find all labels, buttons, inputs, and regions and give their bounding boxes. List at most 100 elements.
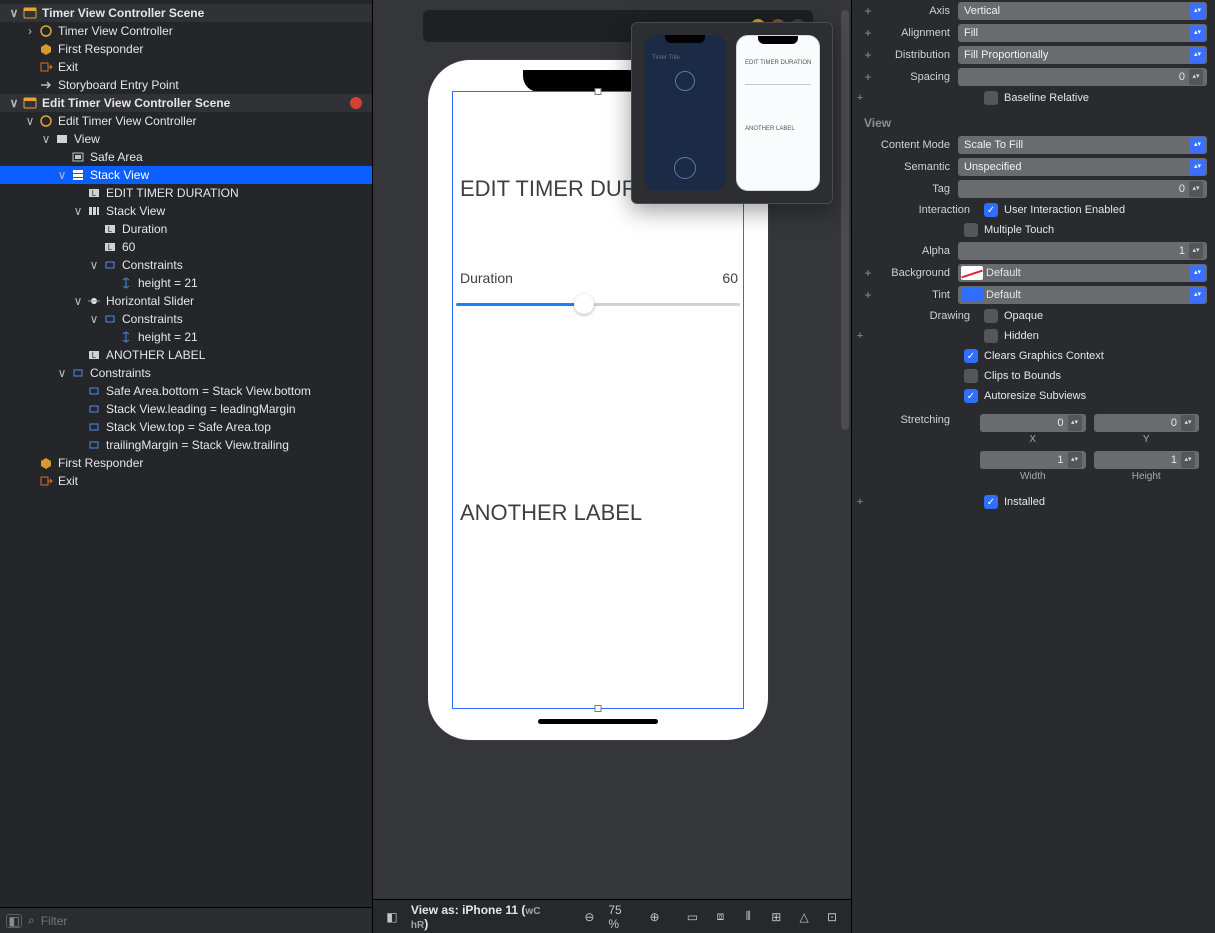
stepper-icon[interactable]: ▴▾ bbox=[1181, 415, 1195, 431]
disclosure-icon[interactable]: ∨ bbox=[88, 258, 100, 272]
add-icon[interactable]: + bbox=[852, 496, 868, 508]
disclosure-icon[interactable]: ∨ bbox=[88, 312, 100, 326]
constraints-inner[interactable]: ∨ Constraints bbox=[0, 256, 372, 274]
disclosure-icon[interactable]: ∨ bbox=[56, 168, 68, 182]
toggle-outline-button[interactable]: ◧ bbox=[383, 908, 401, 926]
stretch-x-field[interactable]: 0▴▾ bbox=[980, 414, 1086, 432]
disclosure-icon[interactable]: ∨ bbox=[40, 132, 52, 146]
update-frames-button[interactable]: ▭ bbox=[684, 908, 702, 926]
constraint-height-b[interactable]: · height = 21 bbox=[0, 328, 372, 346]
canvas-label-60[interactable]: 60 bbox=[722, 270, 738, 286]
embed-in-button[interactable]: ⧈ bbox=[711, 908, 729, 926]
constraint-height-a[interactable]: · height = 21 bbox=[0, 274, 372, 292]
view[interactable]: ∨ View bbox=[0, 130, 372, 148]
error-badge-icon[interactable] bbox=[350, 97, 362, 109]
tint-color-well[interactable]: Default▴▾ bbox=[958, 286, 1207, 304]
vc-timer[interactable]: › Timer View Controller bbox=[0, 22, 372, 40]
disclosure-icon[interactable]: ∨ bbox=[72, 204, 84, 218]
storyboard-entry[interactable]: · Storyboard Entry Point bbox=[0, 76, 372, 94]
label-edit-timer-duration[interactable]: · L EDIT TIMER DURATION bbox=[0, 184, 372, 202]
multiple-touch-checkbox[interactable] bbox=[964, 223, 978, 237]
pin-constraints-button[interactable]: ⊞ bbox=[767, 908, 785, 926]
label-duration[interactable]: · L Duration bbox=[0, 220, 372, 238]
add-icon[interactable]: + bbox=[860, 288, 876, 302]
stretch-w-field[interactable]: 1▴▾ bbox=[980, 451, 1086, 469]
constraint-c3[interactable]: ·Stack View.top = Safe Area.top bbox=[0, 418, 372, 436]
scene-edit-timer[interactable]: ∨ Edit Timer View Controller Scene bbox=[0, 94, 372, 112]
slider-thumb[interactable] bbox=[574, 294, 594, 314]
first-responder[interactable]: · First Responder bbox=[0, 40, 372, 58]
canvas-label-duration[interactable]: Duration bbox=[460, 270, 513, 286]
alignment-popup[interactable]: Fill▴▾ bbox=[958, 24, 1207, 42]
first-responder-2[interactable]: · First Responder bbox=[0, 454, 372, 472]
disclosure-icon[interactable]: ∨ bbox=[8, 96, 20, 110]
add-icon[interactable]: + bbox=[852, 92, 868, 104]
canvas-area[interactable]: EDIT TIMER DURATION Duration 60 ANOTHER … bbox=[373, 0, 851, 899]
baseline-relative-checkbox[interactable] bbox=[984, 91, 998, 105]
disclosure-icon[interactable]: ∨ bbox=[56, 366, 68, 380]
clears-gc-checkbox[interactable]: ✓ bbox=[964, 349, 978, 363]
disclosure-icon[interactable]: ∨ bbox=[72, 294, 84, 308]
add-icon[interactable]: + bbox=[860, 26, 876, 40]
resolve-constraints-button[interactable]: △ bbox=[795, 908, 813, 926]
add-icon[interactable]: + bbox=[860, 48, 876, 62]
filter-toggle-icon[interactable]: ◧ bbox=[6, 914, 22, 928]
semantic-popup[interactable]: Unspecified▴▾ bbox=[958, 158, 1207, 176]
zoom-out-button[interactable]: ⊖ bbox=[580, 908, 598, 926]
add-icon[interactable]: + bbox=[860, 4, 876, 18]
canvas-minimap[interactable]: Timer Title EDIT TIMER DURATION ANOTHER … bbox=[631, 22, 833, 204]
installed-checkbox[interactable]: ✓ bbox=[984, 495, 998, 509]
label-another[interactable]: · L ANOTHER LABEL bbox=[0, 346, 372, 364]
constraint-c2[interactable]: ·Stack View.leading = leadingMargin bbox=[0, 400, 372, 418]
scene-timer[interactable]: ∨ Timer View Controller Scene bbox=[0, 4, 372, 22]
stepper-icon[interactable]: ▴▾ bbox=[1189, 243, 1203, 259]
stack-view-inner[interactable]: ∨ Stack View bbox=[0, 202, 372, 220]
library-button[interactable]: ⊡ bbox=[823, 908, 841, 926]
horizontal-slider[interactable]: ∨ Horizontal Slider bbox=[0, 292, 372, 310]
minimap-scene-1[interactable]: Timer Title bbox=[644, 35, 726, 191]
disclosure-icon[interactable]: ∨ bbox=[24, 114, 36, 128]
axis-popup[interactable]: Vertical▴▾ bbox=[958, 2, 1207, 20]
canvas-label-another[interactable]: ANOTHER LABEL bbox=[460, 500, 642, 526]
stepper-icon[interactable]: ▴▾ bbox=[1189, 69, 1203, 85]
label-60[interactable]: · L 60 bbox=[0, 238, 372, 256]
align-button[interactable]: ⫴ bbox=[739, 908, 757, 926]
stretch-h-field[interactable]: 1▴▾ bbox=[1094, 451, 1200, 469]
opaque-checkbox[interactable] bbox=[984, 309, 998, 323]
stepper-icon[interactable]: ▴▾ bbox=[1181, 452, 1195, 468]
constraint-c1[interactable]: ·Safe Area.bottom = Stack View.bottom bbox=[0, 382, 372, 400]
user-interaction-checkbox[interactable]: ✓ bbox=[984, 203, 998, 217]
minimap-scene-2[interactable]: EDIT TIMER DURATION ANOTHER LABEL bbox=[736, 35, 820, 191]
tag-field[interactable]: 0▴▾ bbox=[958, 180, 1207, 198]
autoresize-checkbox[interactable]: ✓ bbox=[964, 389, 978, 403]
add-icon[interactable]: + bbox=[852, 330, 868, 342]
outline-tree[interactable]: ∨ Timer View Controller Scene › Timer Vi… bbox=[0, 0, 372, 907]
background-color-well[interactable]: Default▴▾ bbox=[958, 264, 1207, 282]
hidden-checkbox[interactable] bbox=[984, 329, 998, 343]
stretch-y-field[interactable]: 0▴▾ bbox=[1094, 414, 1200, 432]
stack-view-selected[interactable]: ∨ Stack View bbox=[0, 166, 372, 184]
add-icon[interactable]: + bbox=[860, 70, 876, 84]
alpha-field[interactable]: 1▴▾ bbox=[958, 242, 1207, 260]
stepper-icon[interactable]: ▴▾ bbox=[1068, 415, 1082, 431]
constraints-slider[interactable]: ∨ Constraints bbox=[0, 310, 372, 328]
disclosure-icon[interactable]: ∨ bbox=[8, 6, 20, 20]
stepper-icon[interactable]: ▴▾ bbox=[1189, 181, 1203, 197]
exit-2[interactable]: · Exit bbox=[0, 472, 372, 490]
spacing-field[interactable]: 0▴▾ bbox=[958, 68, 1207, 86]
zoom-value[interactable]: 75 % bbox=[608, 903, 635, 931]
outline-filter-input[interactable] bbox=[41, 914, 366, 928]
distribution-popup[interactable]: Fill Proportionally▴▾ bbox=[958, 46, 1207, 64]
vc-edit-timer[interactable]: ∨ Edit Timer View Controller bbox=[0, 112, 372, 130]
content-mode-popup[interactable]: Scale To Fill▴▾ bbox=[958, 136, 1207, 154]
constraints-outer[interactable]: ∨ Constraints bbox=[0, 364, 372, 382]
safe-area[interactable]: · Safe Area bbox=[0, 148, 372, 166]
canvas-slider[interactable] bbox=[456, 294, 740, 314]
resize-handle-bottom[interactable] bbox=[595, 705, 602, 712]
disclosure-icon[interactable]: › bbox=[24, 24, 36, 38]
zoom-in-button[interactable]: ⊕ bbox=[646, 908, 664, 926]
stepper-icon[interactable]: ▴▾ bbox=[1068, 452, 1082, 468]
canvas-scrollbar[interactable] bbox=[841, 10, 849, 430]
resize-handle-top[interactable] bbox=[595, 88, 602, 95]
view-as-label[interactable]: View as: iPhone 11 (wC hR) bbox=[411, 903, 561, 931]
